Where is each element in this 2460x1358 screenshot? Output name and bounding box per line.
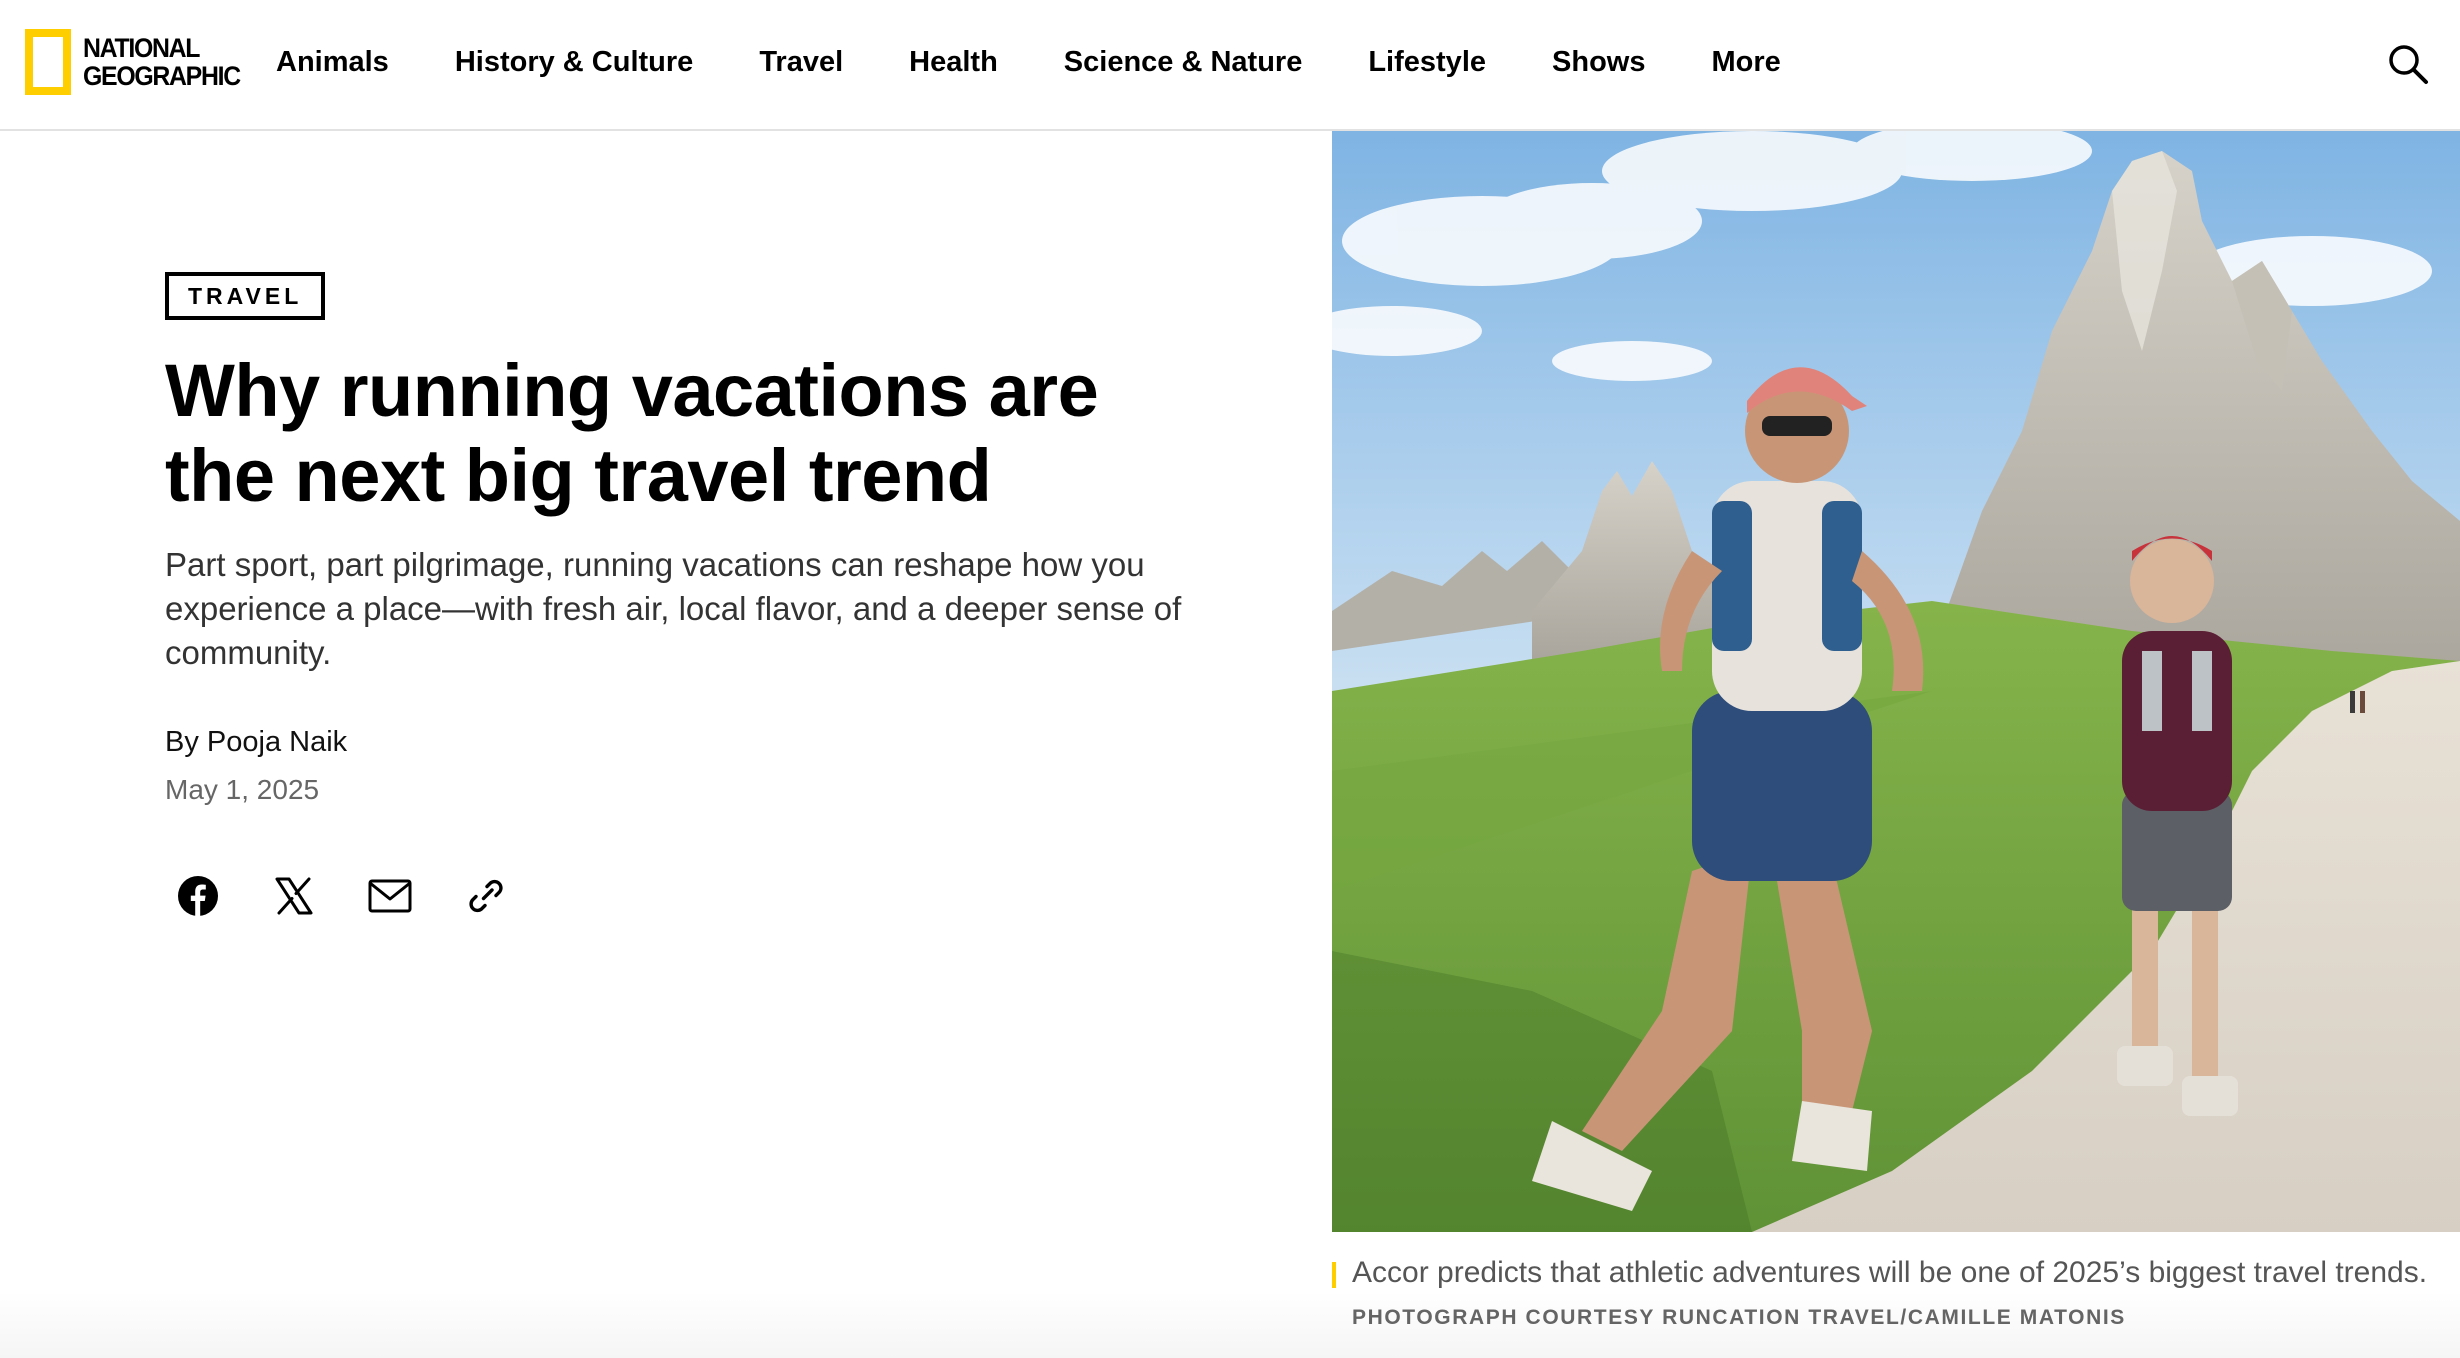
logo-line-1: NATIONAL xyxy=(83,33,200,63)
byline-prefix: By xyxy=(165,726,199,758)
hero-photo xyxy=(1332,131,2460,1232)
share-facebook-button[interactable] xyxy=(170,868,226,924)
nav-item-science-nature[interactable]: Science & Nature xyxy=(1064,46,1303,79)
share-email-button[interactable] xyxy=(362,868,418,924)
link-icon xyxy=(469,879,503,913)
share-bar xyxy=(170,868,554,924)
copy-link-button[interactable] xyxy=(458,868,514,924)
nav-item-health[interactable]: Health xyxy=(909,46,998,79)
runners-mountain-photo xyxy=(1332,131,2460,1232)
search-button[interactable] xyxy=(2386,42,2430,86)
photo-caption: Accor predicts that athletic adventures … xyxy=(1352,1256,2428,1289)
search-icon xyxy=(2389,45,2428,84)
author-link[interactable]: Pooja Naik xyxy=(207,726,347,758)
email-icon xyxy=(368,879,412,913)
site-header: NATIONAL GEOGRAPHIC Animals History & Cu… xyxy=(0,0,2460,131)
nav-item-more[interactable]: More xyxy=(1711,46,1780,79)
byline: By Pooja Naik xyxy=(165,726,347,759)
logo-wordmark: NATIONAL GEOGRAPHIC xyxy=(83,33,241,91)
logo-line-2: GEOGRAPHIC xyxy=(83,61,241,91)
headline-line-1: Why running vacations are xyxy=(165,349,1099,432)
caption-accent-bar xyxy=(1332,1262,1336,1288)
x-icon xyxy=(275,877,313,915)
publish-date: May 1, 2025 xyxy=(165,774,320,805)
share-x-button[interactable] xyxy=(266,868,322,924)
national-geographic-logo[interactable]: NATIONAL GEOGRAPHIC xyxy=(25,29,254,95)
main-navigation: Animals History & Culture Travel Health … xyxy=(276,0,1781,125)
nav-item-shows[interactable]: Shows xyxy=(1552,46,1645,79)
section-tag[interactable]: TRAVEL xyxy=(165,272,326,320)
nav-item-animals[interactable]: Animals xyxy=(276,46,389,79)
article-headline: Why running vacations are the next big t… xyxy=(165,348,1225,518)
facebook-icon xyxy=(178,876,218,916)
photo-credit: PHOTOGRAPH COURTESY RUNCATION TRAVEL/CAM… xyxy=(1352,1306,2126,1329)
nav-item-travel[interactable]: Travel xyxy=(759,46,843,79)
headline-line-2: the next big travel trend xyxy=(165,434,992,517)
nav-item-history-culture[interactable]: History & Culture xyxy=(455,46,693,79)
nav-item-lifestyle[interactable]: Lifestyle xyxy=(1368,46,1486,79)
yellow-border-icon xyxy=(25,29,71,95)
article-dek: Part sport, part pilgrimage, running vac… xyxy=(165,546,1182,671)
